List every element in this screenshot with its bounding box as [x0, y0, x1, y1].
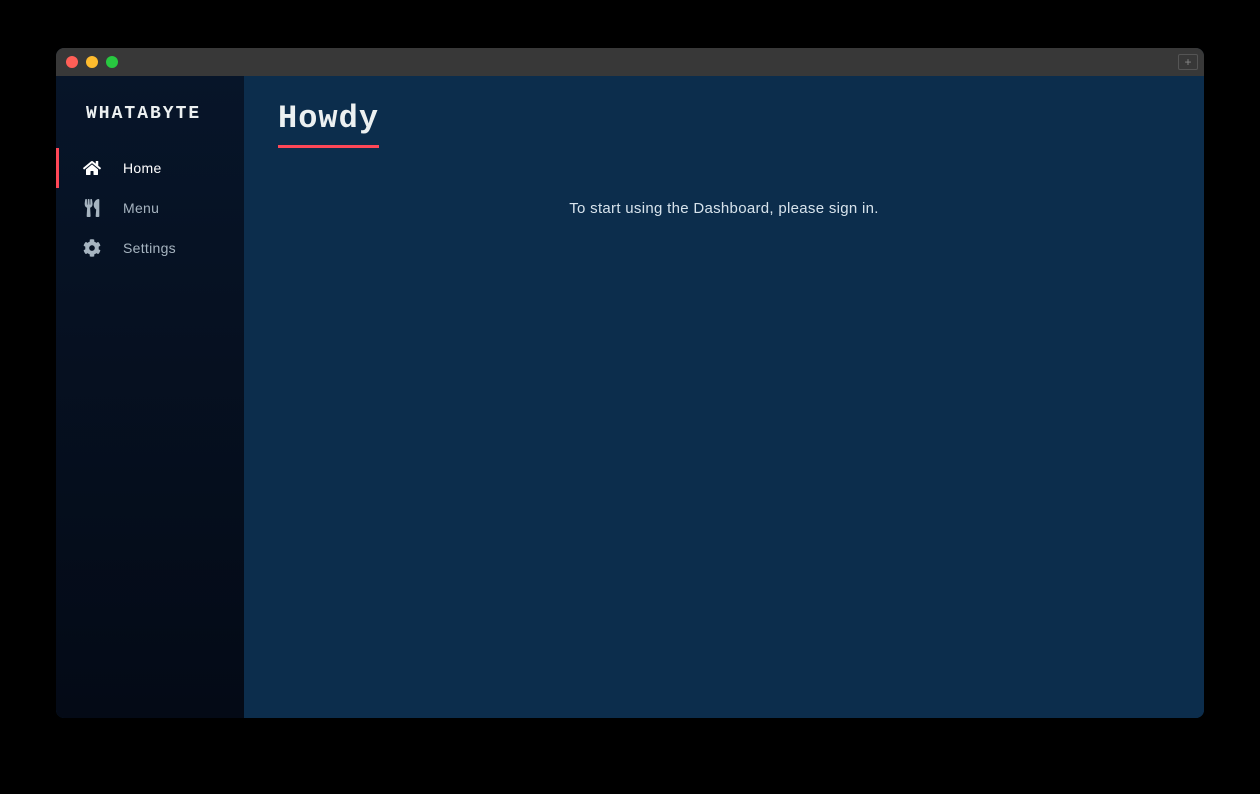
sidebar-item-label: Home — [123, 160, 162, 176]
sidebar-item-label: Menu — [123, 200, 159, 216]
signin-prompt: To start using the Dashboard, please sig… — [278, 200, 1170, 217]
app-window: + WHATABYTE Home Menu — [56, 48, 1204, 718]
new-tab-button[interactable]: + — [1178, 54, 1198, 70]
window-maximize-button[interactable] — [106, 56, 118, 68]
home-icon — [83, 159, 101, 177]
app-logo: WHATABYTE — [56, 76, 244, 148]
app-body: WHATABYTE Home Menu — [56, 76, 1204, 718]
gear-icon — [83, 239, 101, 257]
page-title: Howdy — [278, 100, 379, 148]
main-content: Howdy To start using the Dashboard, plea… — [244, 76, 1204, 718]
sidebar-item-home[interactable]: Home — [56, 148, 244, 188]
sidebar-item-label: Settings — [123, 240, 176, 256]
sidebar-item-menu[interactable]: Menu — [56, 188, 244, 228]
sidebar: WHATABYTE Home Menu — [56, 76, 244, 718]
window-minimize-button[interactable] — [86, 56, 98, 68]
nav-list: Home Menu Settings — [56, 148, 244, 268]
utensils-icon — [83, 199, 101, 217]
window-titlebar: + — [56, 48, 1204, 76]
window-close-button[interactable] — [66, 56, 78, 68]
traffic-lights — [66, 56, 118, 68]
sidebar-item-settings[interactable]: Settings — [56, 228, 244, 268]
